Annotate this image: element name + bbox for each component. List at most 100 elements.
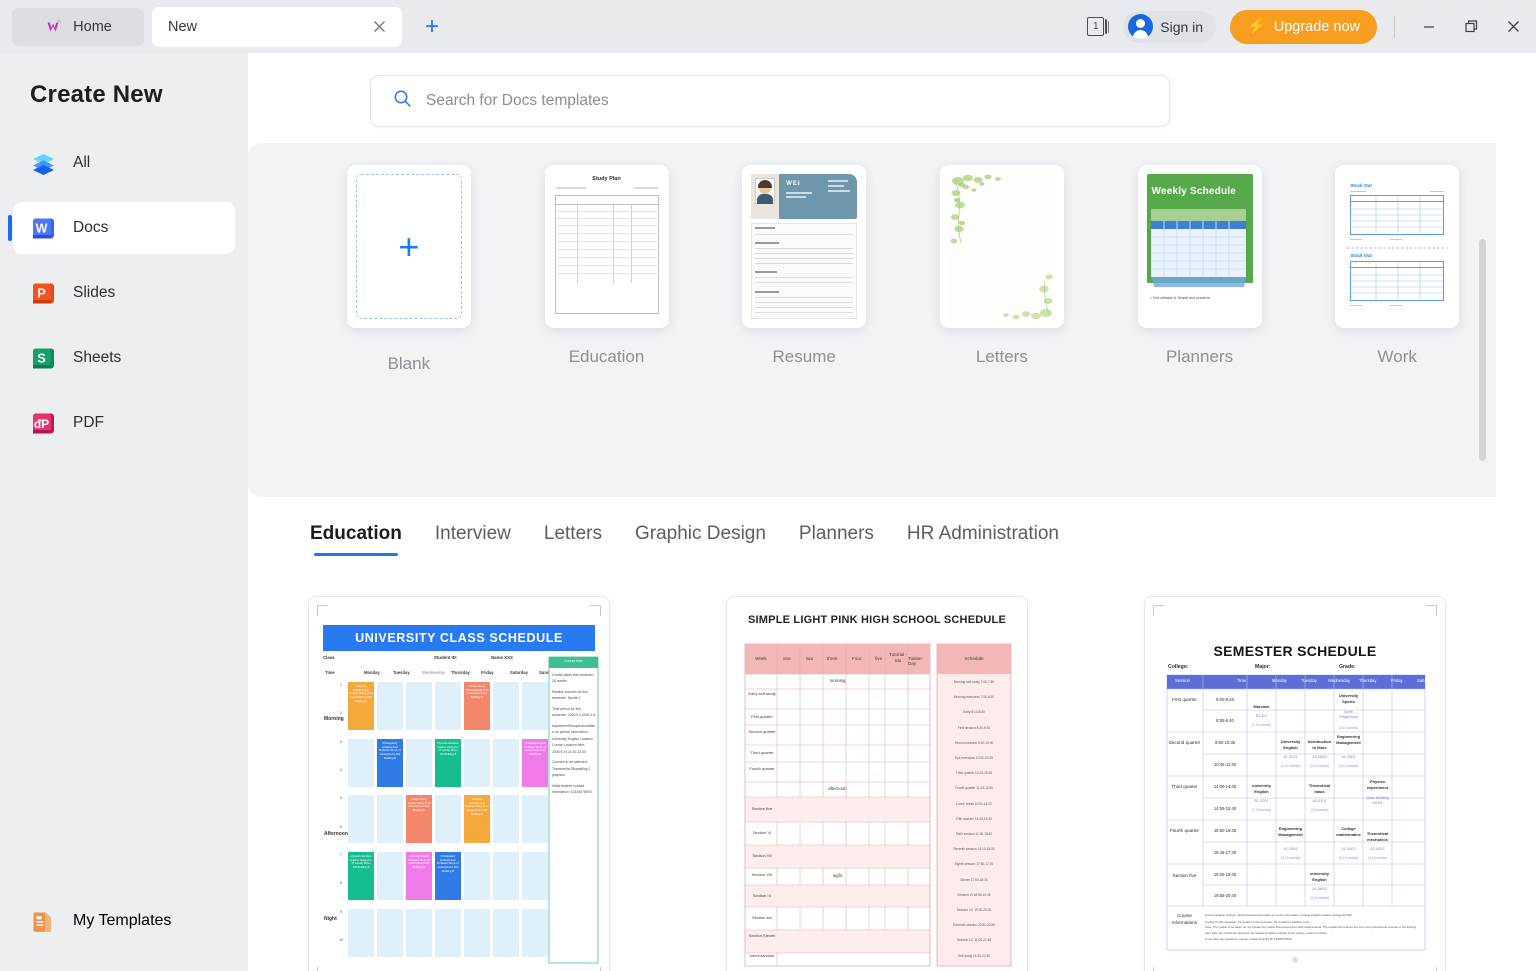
close-window-button[interactable]	[1492, 7, 1534, 47]
course-name: university English	[1306, 871, 1333, 882]
search-area: Search for Docs templates	[248, 53, 1536, 127]
page-stack-bar-2	[1108, 21, 1109, 33]
class-block: Design theory Teacher Wang [7-15 weeks] …	[465, 685, 489, 700]
tab-home[interactable]: Home	[12, 8, 144, 46]
schedule-line: Seventh session 14:10-18:50	[940, 848, 1008, 851]
side-line: Time period for this semester: 2000.9.4-…	[552, 706, 596, 719]
stock-out-preview: Stock Out	[1335, 165, 1459, 328]
upgrade-now-button[interactable]: ⚡ Upgrade now	[1230, 10, 1377, 44]
footer-line: Course location change: transfer/suspens…	[1205, 912, 1420, 919]
time-cell: 8:55-9:40	[1204, 718, 1246, 723]
schedule-line: Morning exercises 7:50-8:20	[940, 696, 1008, 699]
col-header: Tutorial - Six	[888, 652, 908, 664]
col-header: one	[783, 656, 791, 661]
sidebar-item-docs[interactable]: W Docs	[13, 202, 235, 254]
period-number: 4	[340, 768, 342, 772]
resume-preview: WEI	[742, 165, 866, 328]
period-number: 5	[340, 796, 342, 800]
search-placeholder: Search for Docs templates	[426, 92, 609, 110]
course-name: Engineering Management	[1335, 734, 1362, 745]
class-block: Graphics enhancement Teacher Zhang [1-17…	[465, 798, 489, 816]
course-code: A2-N502	[1306, 755, 1333, 759]
tab-new[interactable]: New	[152, 7, 402, 47]
page-count-icon[interactable]: 1	[1087, 17, 1109, 36]
time-cell: 8:00-8:45	[1204, 697, 1246, 702]
svg-text:W: W	[36, 221, 48, 235]
toolbar-divider	[1394, 16, 1395, 38]
schedule-line: Eighth session 17:50-17:20	[940, 863, 1008, 866]
col-header: Tuition-Day	[908, 656, 930, 666]
sign-in-button[interactable]: Sign in	[1123, 11, 1216, 43]
category-education[interactable]: Study Plan	[508, 165, 706, 367]
schedule-line: Eye exercises 10:00-10:05	[940, 757, 1008, 760]
course-code: A1-S501	[1335, 755, 1362, 759]
side-line: Credits taken this semester: 26 credits	[552, 672, 596, 685]
carousel-scrollbar[interactable]	[1479, 239, 1486, 461]
course-code: A2-N202	[1364, 847, 1391, 851]
category-work[interactable]: Stock Out	[1298, 165, 1496, 367]
course-code: B1-S201	[1248, 799, 1275, 803]
class-block: Photography enhancement Professor Wu [1-…	[378, 742, 402, 760]
sidebar-item-my-templates[interactable]: My Templates	[13, 895, 235, 947]
section-band: afternoon	[745, 786, 930, 791]
period-number: 6	[340, 825, 342, 829]
template-card-semester-schedule[interactable]: SEMESTER SCHEDULE College: Major: Grade:	[1144, 596, 1446, 971]
new-tab-button[interactable]: +	[418, 13, 446, 41]
course-weeks: (7-16 weeks)	[1248, 808, 1275, 812]
tab-interview[interactable]: Interview	[435, 523, 511, 556]
course-weeks: (3-16 weeks)	[1306, 764, 1333, 768]
tab-graphic-design[interactable]: Graphic Design	[635, 523, 766, 556]
tab-planners[interactable]: Planners	[799, 523, 874, 556]
period-number: 8	[340, 881, 342, 885]
course-weeks: (3-8 weeks)	[1306, 808, 1333, 812]
category-carousel: + Blank Study Plan	[248, 143, 1496, 497]
sidebar-item-label: Sheets	[73, 349, 121, 367]
plus-icon: +	[398, 229, 419, 265]
row-group-label: Afternoon	[324, 832, 336, 838]
sidebar-item-slides[interactable]: P Slides	[13, 267, 235, 319]
close-icon[interactable]	[368, 16, 390, 38]
tab-letters[interactable]: Letters	[544, 523, 602, 556]
avatar	[1128, 14, 1153, 39]
row-label: Section IX	[747, 893, 777, 898]
template-card-university-class-schedule[interactable]: UNIVERSITY CLASS SCHEDULE Class Student …	[308, 596, 610, 971]
course-weeks: (3-16 weeks)	[1277, 856, 1304, 860]
sidebar-item-all[interactable]: All	[13, 137, 235, 189]
bolt-icon: ⚡	[1247, 19, 1266, 34]
session-label: Section five	[1168, 873, 1201, 880]
page-count-badge: 1	[1087, 17, 1104, 36]
category-thumb-work: Stock Out	[1335, 165, 1459, 328]
category-blank[interactable]: + Blank	[310, 165, 508, 374]
course-weeks: (3-16 weeks)	[1306, 896, 1333, 900]
category-thumb-education: Study Plan	[545, 165, 669, 328]
template-card-simple-light-pink-high-school[interactable]: SIMPLE LIGHT PINK HIGH SCHOOL SCHEDULE	[726, 596, 1028, 971]
category-planners[interactable]: Weekly Schedule	[1101, 165, 1299, 367]
course-code: A1-S501	[1277, 847, 1304, 851]
col-header: Four	[852, 656, 861, 661]
tab-hr-administration[interactable]: HR Administration	[907, 523, 1059, 556]
schedule-line: Session VI 18:55-19:35	[940, 894, 1008, 897]
col-header: Monday	[1272, 678, 1287, 683]
category-name: Letters	[976, 347, 1028, 367]
col-header: Time	[1237, 678, 1246, 683]
row-label: Early self-study	[747, 691, 777, 696]
search-input[interactable]: Search for Docs templates	[370, 75, 1170, 127]
thumb-title: WEI	[786, 181, 800, 187]
tab-education[interactable]: Education	[310, 523, 402, 556]
restore-button[interactable]	[1450, 7, 1492, 47]
class-block: Physical education Teacher Wang [12-17 w…	[436, 742, 460, 757]
row-label: Section VII	[747, 853, 777, 858]
sidebar-item-sheets[interactable]: S Sheets	[13, 332, 235, 384]
minimize-button[interactable]	[1408, 7, 1450, 47]
svg-text:ᵭP: ᵭP	[34, 416, 49, 430]
course-name: Introduction to Marx	[1306, 739, 1333, 750]
side-line: Courses to be selected: Transmedia Story…	[552, 759, 596, 778]
category-resume[interactable]: WEI	[705, 165, 903, 367]
time-cell: 15:50-16:35	[1204, 828, 1246, 833]
add-page-icon[interactable]: ⊞	[1145, 956, 1445, 964]
course-name: Theoretical mechanics	[1364, 831, 1391, 842]
row-label: Third quarter	[747, 750, 777, 755]
sidebar-item-pdf[interactable]: ᵭP PDF	[13, 397, 235, 449]
category-letters[interactable]: Letters	[903, 165, 1101, 367]
schedule-line: Third quarter 10:15-10:45	[940, 772, 1008, 775]
